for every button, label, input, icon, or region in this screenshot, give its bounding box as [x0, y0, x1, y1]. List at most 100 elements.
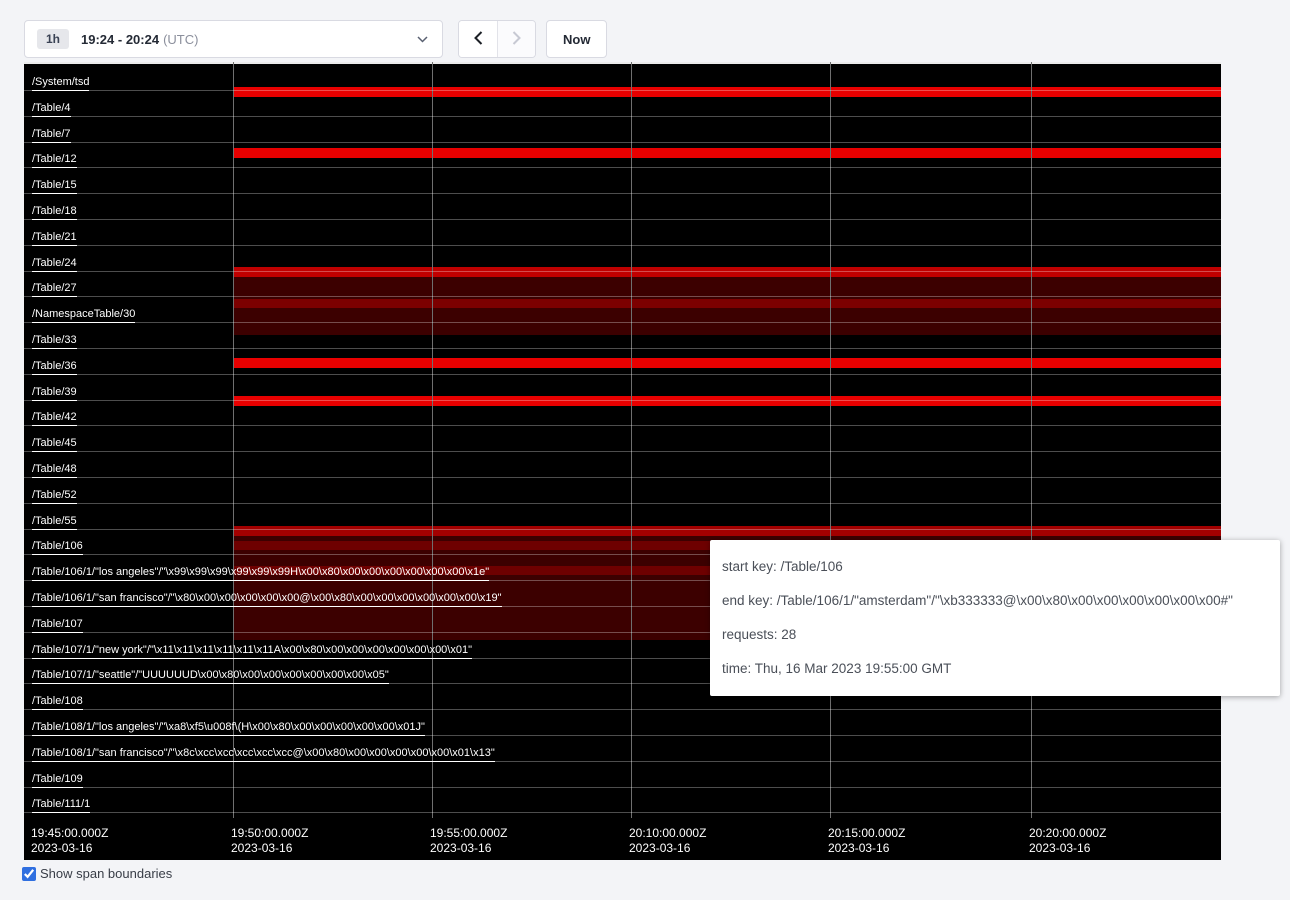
- row-label: /Table/33: [32, 334, 77, 349]
- time-axis-label: 19:50:00.000Z2023-03-16: [231, 826, 308, 856]
- heat-band[interactable]: [233, 299, 1221, 308]
- span-boundary-line: [24, 709, 1221, 710]
- tooltip-time: time: Thu, 16 Mar 2023 19:55:00 GMT: [722, 652, 1268, 686]
- time-nav-group: [458, 20, 536, 58]
- span-boundary-line: [24, 477, 1221, 478]
- hover-tooltip: start key: /Table/106 end key: /Table/10…: [710, 540, 1280, 696]
- span-boundary-line: [24, 245, 1221, 246]
- row-label: /Table/106/1/"san francisco"/"\x80\x00\x…: [32, 592, 502, 607]
- time-axis-time: 19:45:00.000Z: [31, 826, 108, 841]
- span-boundary-line: [24, 271, 1221, 272]
- prev-time-button[interactable]: [459, 21, 497, 57]
- row-label: /Table/7: [32, 128, 71, 143]
- time-axis-label: 19:55:00.000Z2023-03-16: [430, 826, 507, 856]
- chevron-down-icon: [417, 36, 428, 43]
- span-boundary-line: [24, 90, 1221, 91]
- heat-band[interactable]: [233, 358, 1221, 368]
- show-span-boundaries-control: Show span boundaries: [22, 866, 172, 881]
- row-label: /System/tsd: [32, 76, 89, 91]
- row-label: /Table/108/1/"los angeles"/"\xa8\xf5\u00…: [32, 721, 425, 736]
- span-boundary-line: [24, 193, 1221, 194]
- heat-band[interactable]: [233, 87, 1221, 97]
- time-axis-date: 2023-03-16: [1029, 841, 1106, 856]
- row-label: /Table/106/1/"los angeles"/"\x99\x99\x99…: [32, 566, 489, 581]
- time-range-picker[interactable]: 1h 19:24 - 20:24 (UTC): [24, 20, 443, 58]
- toolbar: 1h 19:24 - 20:24 (UTC) Now: [24, 20, 607, 58]
- span-boundary-line: [24, 116, 1221, 117]
- span-boundary-line: [24, 400, 1221, 401]
- column-gridline: [631, 62, 632, 818]
- span-boundary-line: [24, 425, 1221, 426]
- chevron-right-icon: [512, 31, 521, 48]
- time-axis-label: 19:45:00.000Z2023-03-16: [31, 826, 108, 856]
- column-gridline: [830, 62, 831, 818]
- heat-band[interactable]: [233, 267, 1221, 277]
- span-boundary-line: [24, 296, 1221, 297]
- time-axis-date: 2023-03-16: [629, 841, 706, 856]
- row-label: /Table/36: [32, 360, 77, 375]
- span-boundary-line: [24, 812, 1221, 813]
- time-axis-date: 2023-03-16: [231, 841, 308, 856]
- next-time-button[interactable]: [497, 21, 535, 57]
- row-label: /Table/42: [32, 411, 77, 426]
- row-label: /Table/55: [32, 515, 77, 530]
- span-boundary-line: [24, 787, 1221, 788]
- row-label: /Table/4: [32, 102, 71, 117]
- row-label: /Table/111/1: [32, 798, 90, 813]
- span-boundary-line: [24, 529, 1221, 530]
- show-span-boundaries-checkbox[interactable]: [22, 867, 36, 881]
- row-label: /Table/109: [32, 773, 83, 788]
- span-boundary-line: [24, 451, 1221, 452]
- tooltip-start-key: start key: /Table/106: [722, 550, 1268, 584]
- duration-badge: 1h: [37, 29, 69, 49]
- time-axis-date: 2023-03-16: [31, 841, 108, 856]
- time-axis-label: 20:15:00.000Z2023-03-16: [828, 826, 905, 856]
- row-label: /Table/48: [32, 463, 77, 478]
- row-label: /Table/106: [32, 540, 83, 555]
- column-gridline: [233, 62, 234, 818]
- row-label: /Table/39: [32, 386, 77, 401]
- column-gridline: [1031, 62, 1032, 818]
- row-label: /Table/27: [32, 282, 77, 297]
- span-boundary-line: [24, 322, 1221, 323]
- now-button[interactable]: Now: [546, 20, 607, 58]
- chevron-left-icon: [474, 31, 483, 48]
- heat-band[interactable]: [233, 526, 1221, 536]
- time-axis-date: 2023-03-16: [828, 841, 905, 856]
- row-label: /Table/24: [32, 257, 77, 272]
- span-boundary-line: [24, 503, 1221, 504]
- time-axis-time: 20:20:00.000Z: [1029, 826, 1106, 841]
- span-boundary-line: [24, 142, 1221, 143]
- row-label: /Table/107: [32, 618, 83, 633]
- column-gridline: [432, 62, 433, 818]
- row-label: /Table/18: [32, 205, 77, 220]
- time-axis-time: 20:10:00.000Z: [629, 826, 706, 841]
- heat-band[interactable]: [233, 396, 1221, 406]
- row-label: /NamespaceTable/30: [32, 308, 135, 323]
- tooltip-end-key: end key: /Table/106/1/"amsterdam"/"\xb33…: [722, 584, 1268, 618]
- show-span-boundaries-label: Show span boundaries: [40, 866, 172, 881]
- time-axis-time: 19:55:00.000Z: [430, 826, 507, 841]
- row-label: /Table/45: [32, 437, 77, 452]
- time-axis-date: 2023-03-16: [430, 841, 507, 856]
- row-label: /Table/21: [32, 231, 77, 246]
- time-range-label: 19:24 - 20:24: [81, 32, 159, 47]
- time-axis-time: 19:50:00.000Z: [231, 826, 308, 841]
- row-label: /Table/15: [32, 179, 77, 194]
- tooltip-requests: requests: 28: [722, 618, 1268, 652]
- row-label: /Table/52: [32, 489, 77, 504]
- span-boundary-line: [24, 348, 1221, 349]
- time-axis-label: 20:20:00.000Z2023-03-16: [1029, 826, 1106, 856]
- span-boundary-line: [24, 374, 1221, 375]
- span-boundary-line: [24, 167, 1221, 168]
- row-label: /Table/108/1/"san francisco"/"\x8c\xcc\x…: [32, 747, 495, 762]
- canvas-top-edge: [24, 62, 1221, 64]
- time-axis-time: 20:15:00.000Z: [828, 826, 905, 841]
- timezone-label: (UTC): [163, 32, 198, 47]
- heat-band[interactable]: [233, 148, 1221, 158]
- key-visualizer-canvas[interactable]: /System/tsd/Table/4/Table/7/Table/12/Tab…: [24, 62, 1221, 860]
- row-label: /Table/12: [32, 153, 77, 168]
- row-label: /Table/108: [32, 695, 83, 710]
- span-boundary-line: [24, 219, 1221, 220]
- time-axis-label: 20:10:00.000Z2023-03-16: [629, 826, 706, 856]
